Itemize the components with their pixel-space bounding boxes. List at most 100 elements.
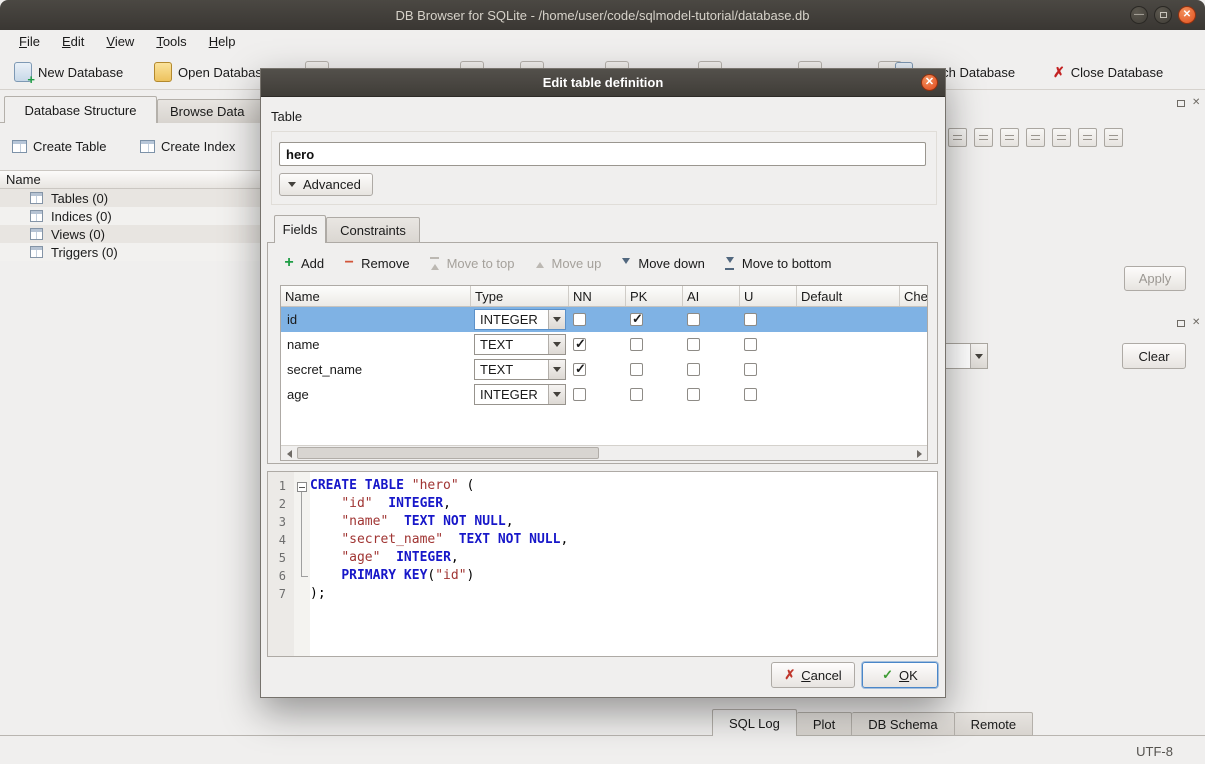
check-cell[interactable] bbox=[900, 357, 928, 382]
add-button[interactable]: Add bbox=[282, 251, 324, 275]
menu-view[interactable]: View bbox=[95, 32, 145, 51]
fold-collapse-icon[interactable] bbox=[297, 482, 307, 492]
bottom-tab-db-schema[interactable]: DB Schema bbox=[852, 712, 954, 736]
type-combobox[interactable]: INTEGER bbox=[474, 384, 566, 405]
table-name-input[interactable] bbox=[279, 142, 926, 166]
combobox-dropdown-button[interactable] bbox=[548, 360, 565, 379]
combobox-dropdown-button[interactable] bbox=[548, 385, 565, 404]
type-combobox[interactable]: INTEGER bbox=[474, 309, 566, 330]
column-header-u[interactable]: U bbox=[740, 286, 797, 306]
tab-database-structure[interactable]: Database Structure bbox=[4, 96, 157, 123]
check-cell[interactable] bbox=[900, 307, 928, 332]
default-cell[interactable] bbox=[797, 357, 900, 382]
column-header-ai[interactable]: AI bbox=[683, 286, 740, 306]
ok-button[interactable]: ✓ OK bbox=[862, 662, 938, 688]
field-row-id[interactable]: idINTEGER bbox=[281, 307, 927, 332]
pk-checkbox[interactable] bbox=[630, 388, 643, 401]
nn-checkbox[interactable] bbox=[573, 388, 586, 401]
default-cell[interactable] bbox=[797, 307, 900, 332]
close-database-button[interactable]: ✗ Close Database bbox=[1053, 60, 1163, 84]
tab-constraints[interactable]: Constraints bbox=[326, 217, 420, 243]
open-database-button[interactable]: Open Database bbox=[154, 60, 269, 84]
field-type-cell[interactable]: TEXT bbox=[471, 332, 569, 357]
scrollbar-thumb[interactable] bbox=[297, 447, 599, 459]
move-to-bottom-button[interactable]: Move to bottom bbox=[723, 251, 832, 275]
type-combobox[interactable]: TEXT bbox=[474, 334, 566, 355]
nn-checkbox[interactable] bbox=[573, 338, 586, 351]
close-icon[interactable]: ✕ bbox=[1178, 6, 1196, 24]
remove-button[interactable]: Remove bbox=[342, 251, 409, 275]
edit-cell-tool-icon[interactable] bbox=[1026, 128, 1045, 147]
column-header-default[interactable]: Default bbox=[797, 286, 900, 306]
field-name-cell[interactable]: id bbox=[281, 307, 471, 332]
bottom-tab-remote[interactable]: Remote bbox=[955, 712, 1034, 736]
bottom-tab-sql-log[interactable]: SQL Log bbox=[712, 709, 797, 736]
ai-checkbox[interactable] bbox=[687, 388, 700, 401]
pk-checkbox[interactable] bbox=[630, 338, 643, 351]
column-header-pk[interactable]: PK bbox=[626, 286, 683, 306]
field-name-cell[interactable]: secret_name bbox=[281, 357, 471, 382]
nn-checkbox[interactable] bbox=[573, 363, 586, 376]
field-row-name[interactable]: nameTEXT bbox=[281, 332, 927, 357]
nn-checkbox[interactable] bbox=[573, 313, 586, 326]
u-checkbox[interactable] bbox=[744, 363, 757, 376]
menu-tools[interactable]: Tools bbox=[145, 32, 197, 51]
edit-cell-tool-icon[interactable] bbox=[1052, 128, 1071, 147]
check-cell[interactable] bbox=[900, 332, 928, 357]
column-header-type[interactable]: Type bbox=[471, 286, 569, 306]
clear-button[interactable]: Clear bbox=[1122, 343, 1186, 369]
scroll-right-icon[interactable] bbox=[912, 447, 927, 460]
close-dock-icon[interactable]: ✕ bbox=[1192, 98, 1200, 108]
default-cell[interactable] bbox=[797, 332, 900, 357]
float-dock-icon[interactable] bbox=[1177, 100, 1185, 107]
scroll-left-icon[interactable] bbox=[281, 447, 296, 460]
ai-checkbox[interactable] bbox=[687, 313, 700, 326]
u-checkbox[interactable] bbox=[744, 388, 757, 401]
check-cell[interactable] bbox=[900, 382, 928, 407]
edit-cell-tool-icon[interactable] bbox=[974, 128, 993, 147]
field-row-secret-name[interactable]: secret_nameTEXT bbox=[281, 357, 927, 382]
ai-checkbox[interactable] bbox=[687, 363, 700, 376]
horizontal-scrollbar[interactable] bbox=[281, 445, 927, 460]
field-name-cell[interactable]: name bbox=[281, 332, 471, 357]
edit-cell-tool-icon[interactable] bbox=[1104, 128, 1123, 147]
close-dock-icon[interactable]: ✕ bbox=[1192, 318, 1200, 328]
tab-browse-data[interactable]: Browse Data bbox=[157, 99, 273, 123]
edit-cell-tool-icon[interactable] bbox=[1000, 128, 1019, 147]
float-dock-icon[interactable] bbox=[1177, 320, 1185, 327]
menu-file[interactable]: File bbox=[8, 32, 51, 51]
field-type-cell[interactable]: INTEGER bbox=[471, 382, 569, 407]
tab-fields[interactable]: Fields bbox=[274, 215, 326, 243]
minimize-icon[interactable]: — bbox=[1130, 6, 1148, 24]
move-down-button[interactable]: Move down bbox=[619, 251, 704, 275]
bottom-tab-plot[interactable]: Plot bbox=[797, 712, 852, 736]
edit-cell-tool-icon[interactable] bbox=[1078, 128, 1097, 147]
field-row-age[interactable]: ageINTEGER bbox=[281, 382, 927, 407]
create-index-button[interactable]: Create Index bbox=[140, 133, 235, 159]
u-checkbox[interactable] bbox=[744, 338, 757, 351]
new-database-button[interactable]: New Database bbox=[14, 60, 123, 84]
column-header-name[interactable]: Name bbox=[281, 286, 471, 306]
u-checkbox[interactable] bbox=[744, 313, 757, 326]
ai-checkbox[interactable] bbox=[687, 338, 700, 351]
combobox-dropdown-button[interactable] bbox=[548, 335, 565, 354]
sql-preview-editor[interactable]: 1CREATE TABLE "hero" (2 "id" INTEGER,3 "… bbox=[267, 471, 938, 657]
column-header-check[interactable]: Check bbox=[900, 286, 928, 306]
pk-checkbox[interactable] bbox=[630, 313, 643, 326]
field-type-cell[interactable]: INTEGER bbox=[471, 307, 569, 332]
field-type-cell[interactable]: TEXT bbox=[471, 357, 569, 382]
field-name-cell[interactable]: age bbox=[281, 382, 471, 407]
maximize-icon[interactable] bbox=[1154, 6, 1172, 24]
advanced-toggle-button[interactable]: Advanced bbox=[279, 173, 373, 196]
type-combobox[interactable]: TEXT bbox=[474, 359, 566, 380]
cancel-button[interactable]: ✗ Cancel bbox=[771, 662, 855, 688]
column-header-nn[interactable]: NN bbox=[569, 286, 626, 306]
combobox-dropdown-button[interactable] bbox=[970, 344, 987, 368]
default-cell[interactable] bbox=[797, 382, 900, 407]
edit-cell-tool-icon[interactable] bbox=[948, 128, 967, 147]
dialog-close-icon[interactable]: ✕ bbox=[921, 74, 938, 91]
pk-checkbox[interactable] bbox=[630, 363, 643, 376]
menu-help[interactable]: Help bbox=[198, 32, 247, 51]
combobox-dropdown-button[interactable] bbox=[548, 310, 565, 329]
create-table-button[interactable]: Create Table bbox=[12, 133, 106, 159]
